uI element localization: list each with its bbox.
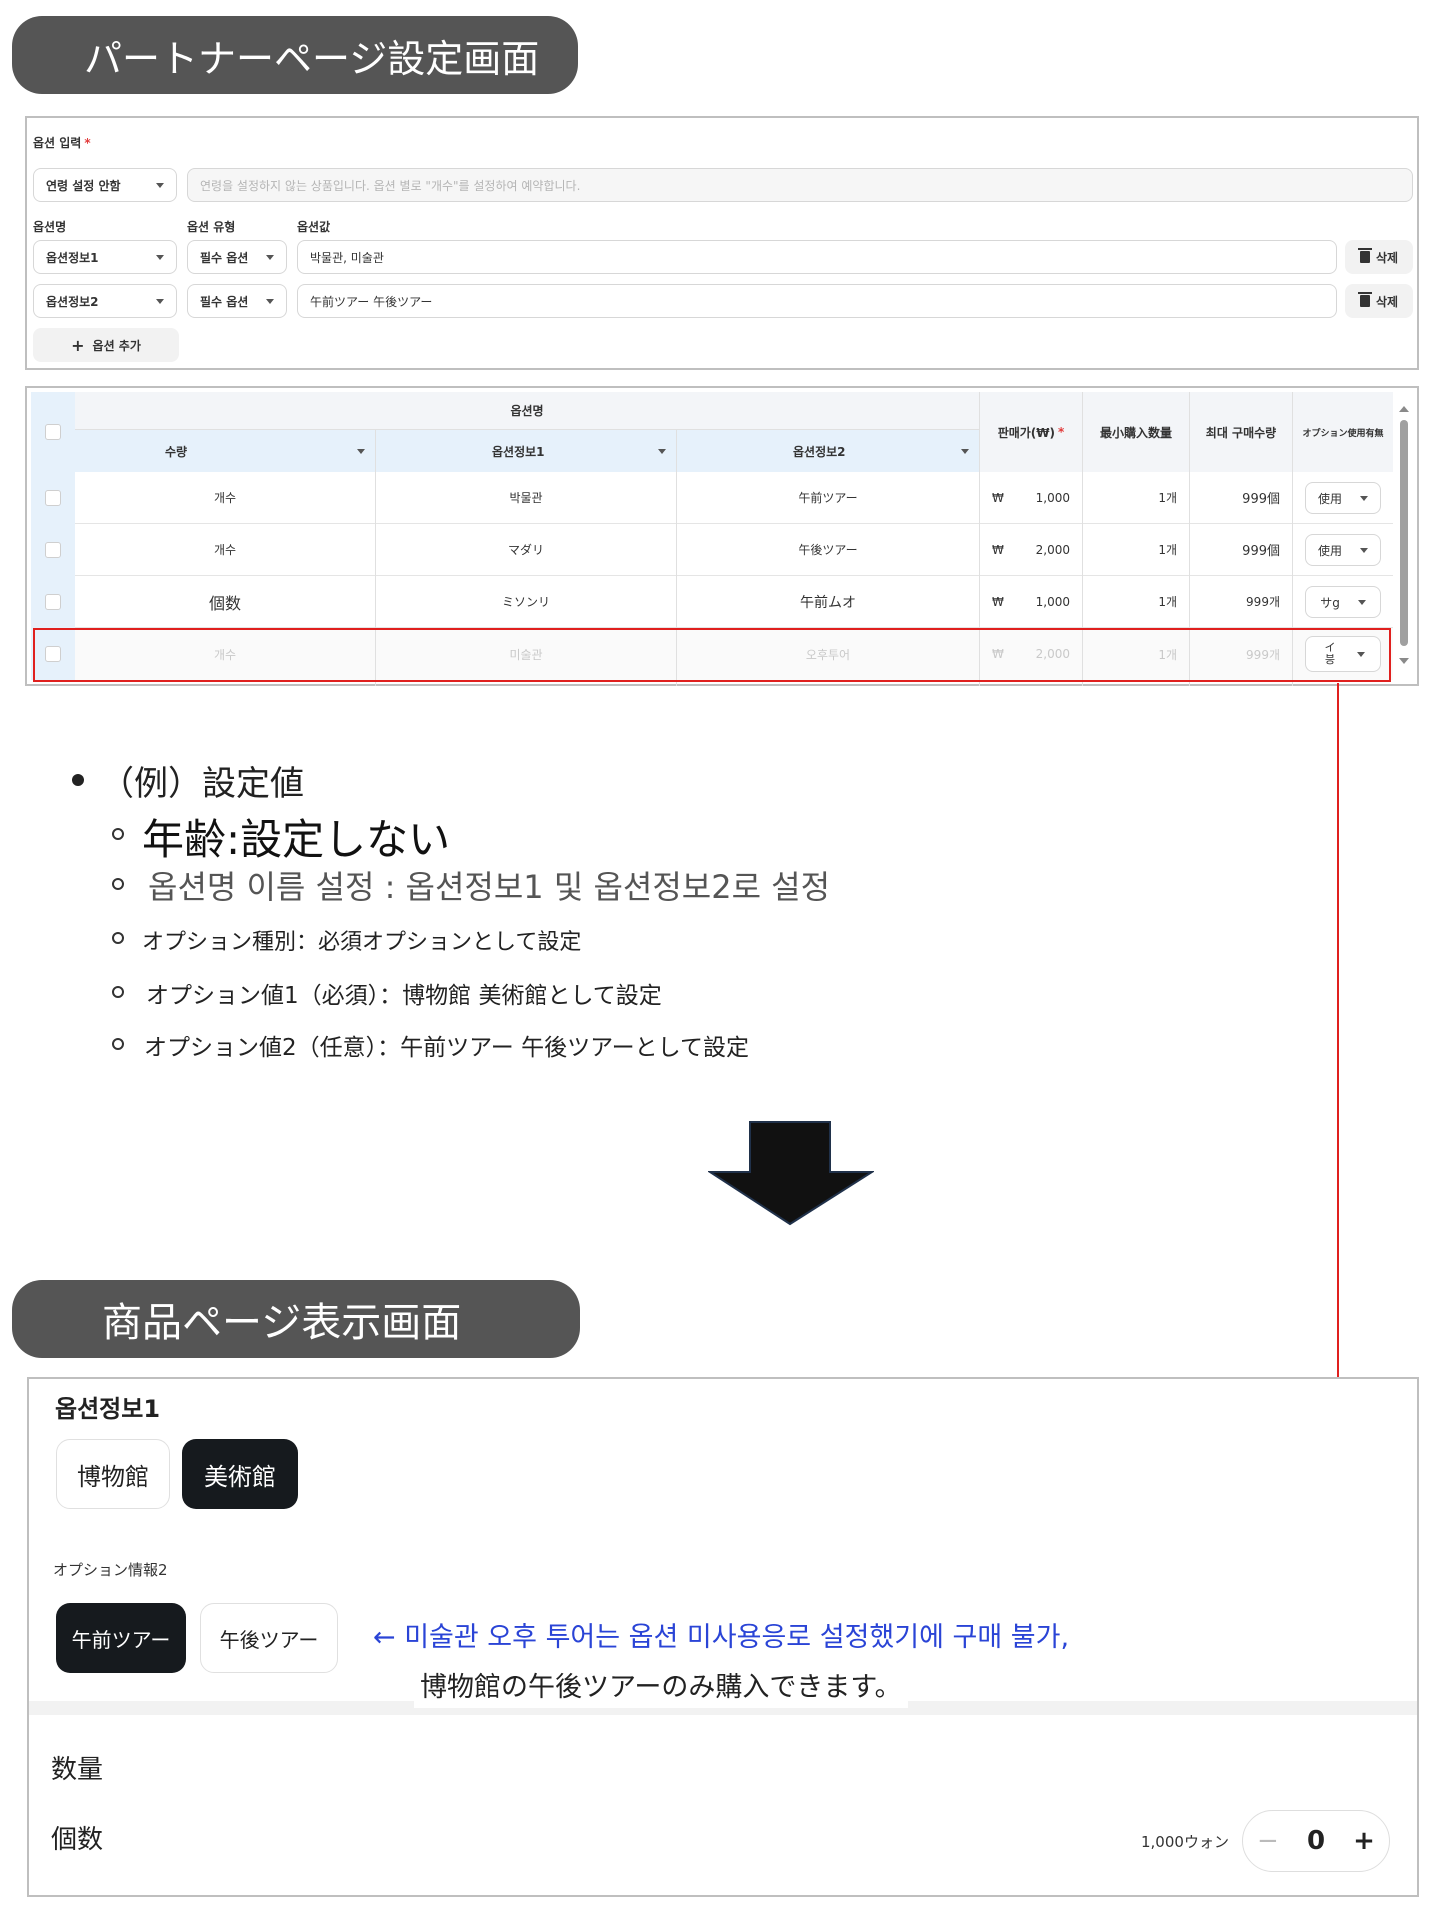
quantity-label: 数量 — [51, 1755, 104, 1785]
chip-afternoon-tour[interactable]: 午後ツアー — [200, 1603, 338, 1673]
note-line-2: 博物館の午後ツアーのみ購入できます。 — [414, 1661, 908, 1708]
product-page-title-text: 商品ページ表示画面 — [102, 1300, 462, 1346]
quantity-value: 0 — [1306, 1826, 1326, 1856]
minus-button[interactable]: − — [1257, 1826, 1279, 1856]
chip-museum[interactable]: 博物館 — [56, 1439, 170, 1509]
note-line-1: ← 미술관 오후 투어는 옵션 미사용응로 설정했기에 구매 불가, — [373, 1622, 1070, 1653]
product-page-title: 商品ページ表示画面 — [12, 1280, 580, 1358]
plus-button[interactable]: + — [1353, 1826, 1375, 1856]
chip-morning-tour[interactable]: 午前ツアー — [56, 1603, 186, 1673]
chip-art-museum[interactable]: 美術館 — [182, 1439, 298, 1509]
product-panel: 옵션정보1 博物館 美術館 オプション情報2 午前ツアー 午後ツアー ← 미술관… — [27, 1377, 1419, 1897]
count-label: 個数 — [51, 1825, 104, 1855]
option1-label: 옵션정보1 — [55, 1395, 161, 1423]
quantity-stepper: − 0 + — [1242, 1810, 1390, 1872]
unit-price: 1,000ウォン — [1141, 1833, 1229, 1851]
option2-label: オプション情報2 — [53, 1561, 168, 1579]
